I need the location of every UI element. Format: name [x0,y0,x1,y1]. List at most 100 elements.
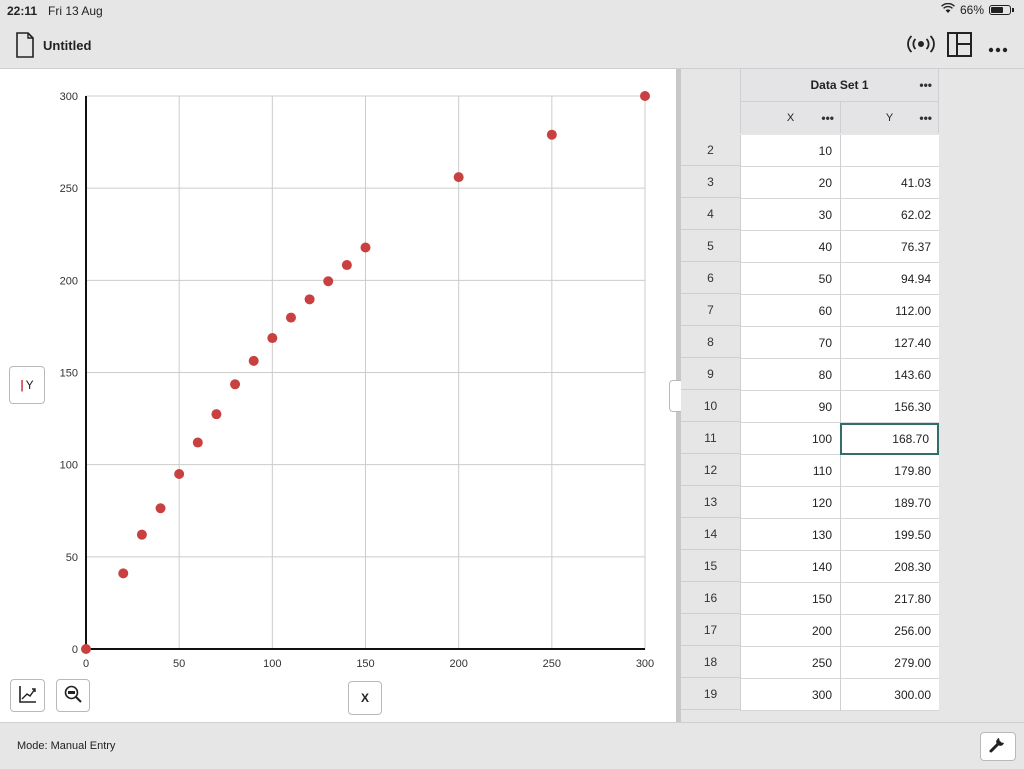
table-row[interactable]: 8 70 127.40 [681,327,939,359]
scatter-chart[interactable]: 0 50 100 150 200 250 300 0 50 100 150 200 250 300 [0,69,676,722]
table-row[interactable]: 7 60 112.00 [681,295,939,327]
cell-x[interactable]: 80 [740,359,840,391]
data-point [118,568,129,579]
table-row[interactable]: 3 20 41.03 [681,167,939,199]
cell-x[interactable]: 40 [740,231,840,263]
cell-y[interactable]: 143.60 [840,359,939,391]
cell-y[interactable]: 179.80 [840,455,939,487]
cell-x[interactable]: 50 [740,263,840,295]
row-number[interactable]: 5 [681,231,740,262]
row-number[interactable]: 9 [681,359,740,390]
y-axis-button[interactable]: | Y [9,366,45,404]
cell-x[interactable]: 130 [740,519,840,551]
row-number[interactable]: 19 [681,679,740,710]
row-number[interactable]: 14 [681,519,740,550]
cell-x[interactable]: 20 [740,167,840,199]
table-row[interactable]: 14 130 199.50 [681,519,939,551]
app-header: Untitled [0,22,1024,69]
row-number[interactable]: 6 [681,263,740,294]
cell-x[interactable]: 60 [740,295,840,327]
cell-y[interactable] [840,135,939,167]
table-row[interactable]: 6 50 94.94 [681,263,939,295]
table-row[interactable]: 19 300 300.00 [681,679,939,711]
status-date: Fri 13 Aug [48,4,103,18]
table-row[interactable]: 10 90 156.30 [681,391,939,423]
table-row[interactable]: 18 250 279.00 [681,647,939,679]
row-number[interactable]: 17 [681,615,740,646]
row-number[interactable]: 13 [681,487,740,518]
document-title[interactable]: Untitled [43,38,91,53]
cell-y[interactable]: 168.70 [840,423,939,455]
dataset-more-icon[interactable]: ••• [919,78,932,92]
cell-x[interactable]: 150 [740,583,840,615]
cell-x[interactable]: 110 [740,455,840,487]
row-number[interactable]: 15 [681,551,740,582]
cell-x[interactable]: 200 [740,615,840,647]
more-icon[interactable] [988,40,1008,58]
row-number[interactable]: 8 [681,327,740,358]
row-number[interactable]: 10 [681,391,740,422]
cell-x[interactable]: 10 [740,135,840,167]
broadcast-icon[interactable] [906,34,936,59]
cell-y[interactable]: 76.37 [840,231,939,263]
x-axis-button-label: X [360,691,369,705]
row-number[interactable]: 3 [681,167,740,198]
zoom-out-icon [63,684,83,707]
cell-y[interactable]: 41.03 [840,167,939,199]
cell-x[interactable]: 250 [740,647,840,679]
table-row[interactable]: 4 30 62.02 [681,199,939,231]
table-row[interactable]: 16 150 217.80 [681,583,939,615]
cell-y[interactable]: 127.40 [840,327,939,359]
graph-panel[interactable]: 0 50 100 150 200 250 300 0 50 100 150 200 250 300 | Y … [0,69,676,722]
row-number[interactable]: 11 [681,423,740,454]
column-x-more-icon[interactable]: ••• [821,111,834,125]
row-number[interactable]: 2 [681,135,740,166]
cell-y[interactable]: 208.30 [840,551,939,583]
x-axis-button[interactable]: X [348,681,382,715]
cell-y[interactable]: 279.00 [840,647,939,679]
cell-y[interactable]: 94.94 [840,263,939,295]
row-number[interactable]: 7 [681,295,740,326]
data-point [640,91,650,101]
data-point [230,379,241,390]
table-row[interactable]: 2 10 [681,135,939,167]
data-table[interactable]: Data Set 1 ••• X ••• Y ••• 2 10 3 20 41.03 4 3… [681,69,1024,722]
graph-options-button[interactable] [10,679,45,712]
y-tick-label: 200 [60,275,78,287]
table-row[interactable]: 5 40 76.37 [681,231,939,263]
cell-x[interactable]: 30 [740,199,840,231]
table-row[interactable]: 11 100 168.70 [681,423,939,455]
cell-y[interactable]: 300.00 [840,679,939,711]
cell-y[interactable]: 62.02 [840,199,939,231]
document-icon[interactable] [15,32,35,63]
row-number[interactable]: 18 [681,647,740,678]
row-number[interactable]: 16 [681,583,740,614]
tools-button[interactable] [980,732,1016,761]
cell-x[interactable]: 140 [740,551,840,583]
zoom-out-button[interactable] [56,679,90,712]
row-number[interactable]: 4 [681,199,740,230]
table-row[interactable]: 15 140 208.30 [681,551,939,583]
cell-y[interactable]: 217.80 [840,583,939,615]
cell-x[interactable]: 100 [740,423,840,455]
column-header-y[interactable]: Y ••• [840,101,939,133]
column-y-more-icon[interactable]: ••• [919,111,932,125]
cell-y[interactable]: 156.30 [840,391,939,423]
dataset-header[interactable]: Data Set 1 ••• [740,69,939,101]
cell-y[interactable]: 112.00 [840,295,939,327]
table-row[interactable]: 17 200 256.00 [681,615,939,647]
cell-y[interactable]: 256.00 [840,615,939,647]
cell-x[interactable]: 70 [740,327,840,359]
row-number[interactable]: 12 [681,455,740,486]
column-header-x[interactable]: X ••• [740,101,840,133]
table-row[interactable]: 13 120 189.70 [681,487,939,519]
cell-y[interactable]: 199.50 [840,519,939,551]
data-point [248,355,259,366]
cell-x[interactable]: 300 [740,679,840,711]
table-row[interactable]: 12 110 179.80 [681,455,939,487]
cell-x[interactable]: 120 [740,487,840,519]
cell-x[interactable]: 90 [740,391,840,423]
cell-y[interactable]: 189.70 [840,487,939,519]
layout-icon[interactable] [947,32,972,62]
table-row[interactable]: 9 80 143.60 [681,359,939,391]
